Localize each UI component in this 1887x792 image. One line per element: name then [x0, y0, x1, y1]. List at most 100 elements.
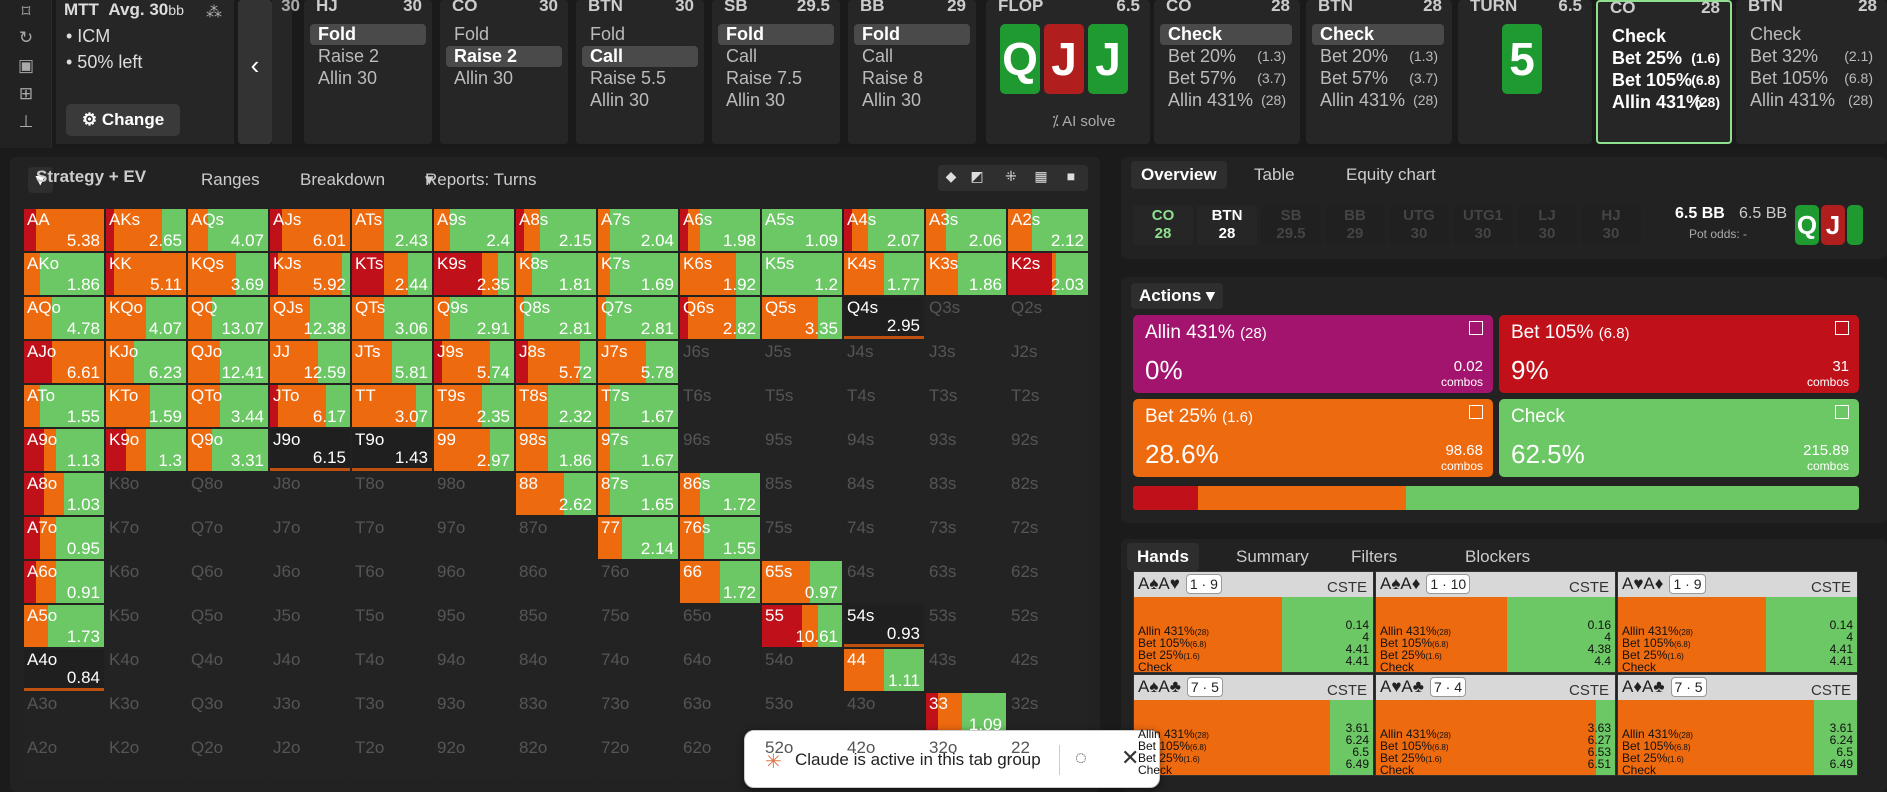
hand-card[interactable]: A♦A♣ 7 · 5 CSTE Allin 431%(28) 3.61 Bet 105%(… — [1617, 674, 1858, 776]
hand-cell-99[interactable]: 99 2.97 — [434, 429, 514, 471]
action-check[interactable]: Check — [1160, 24, 1292, 45]
hand-cell-q6o[interactable]: Q6o — [188, 561, 268, 603]
back-button[interactable]: ‹ — [238, 0, 272, 144]
hand-cell-86o[interactable]: 86o — [516, 561, 596, 603]
tab-table[interactable]: Table — [1254, 165, 1295, 185]
action-raise-2[interactable]: Raise 2 — [446, 46, 562, 67]
hand-cell-aks[interactable]: AKs 2.65 — [106, 209, 186, 251]
hand-cell-54s[interactable]: 54s 0.93 — [844, 605, 924, 647]
hand-cell-j3s[interactable]: J3s — [926, 341, 1006, 383]
hand-cell-t6o[interactable]: T6o — [352, 561, 432, 603]
hand-cell-84o[interactable]: 84o — [516, 649, 596, 691]
hand-cell-j7o[interactable]: J7o — [270, 517, 350, 559]
action-bet-57[interactable]: Bet 57% (3.7) — [1160, 68, 1292, 89]
action-check[interactable]: Check — [1312, 24, 1444, 45]
hand-cell-a8o[interactable]: A8o 1.03 — [24, 473, 104, 515]
tab-hands[interactable]: Hands — [1127, 543, 1199, 571]
hand-cell-q2o[interactable]: Q2o — [188, 737, 268, 779]
hand-cell-43s[interactable]: 43s — [926, 649, 1006, 691]
hand-cell-qq[interactable]: QQ 13.07 — [188, 297, 268, 339]
tab-overview[interactable]: Overview — [1131, 161, 1227, 189]
hand-cell-44[interactable]: 44 1.11 — [844, 649, 924, 691]
hand-cell-76s[interactable]: 76s 1.55 — [680, 517, 760, 559]
tab-strategy-ev[interactable]: Strategy + EV ▾ — [28, 167, 146, 193]
hand-cell-aa[interactable]: AA 5.38 — [24, 209, 104, 251]
action-fold[interactable]: Fold — [310, 24, 426, 45]
action-check[interactable]: Check — [1742, 24, 1879, 45]
position-sb[interactable]: SB 29.5 — [1261, 205, 1321, 245]
hand-cell-jto[interactable]: JTo 6.17 — [270, 385, 350, 427]
hand-cell-a7s[interactable]: A7s 2.04 — [598, 209, 678, 251]
action-allin-431[interactable]: Allin 431% (28) — [1604, 92, 1726, 113]
hand-cell-j6s[interactable]: J6s — [680, 341, 760, 383]
hand-cell-jj[interactable]: JJ 12.59 — [270, 341, 350, 383]
hand-cell-q8s[interactable]: Q8s 2.81 — [516, 297, 596, 339]
hand-cell-q8o[interactable]: Q8o — [188, 473, 268, 515]
hand-cell-a2o[interactable]: A2o — [24, 737, 104, 779]
hand-cell-q6s[interactable]: Q6s 2.82 — [680, 297, 760, 339]
hand-cell-63s[interactable]: 63s — [926, 561, 1006, 603]
hand-card[interactable]: A♠A♥ 1 · 9 CSTE Allin 431%(28) 0.14 Bet 105%(… — [1133, 571, 1374, 673]
hand-cell-q3o[interactable]: Q3o — [188, 693, 268, 735]
details-icon[interactable] — [1835, 321, 1849, 335]
hand-cell-t4o[interactable]: T4o — [352, 649, 432, 691]
hand-cell-64o[interactable]: 64o — [680, 649, 760, 691]
tab-breakdown[interactable]: Breakdown — [300, 170, 385, 190]
hand-cell-73s[interactable]: 73s — [926, 517, 1006, 559]
bookmark-icon[interactable]: ⌑ — [16, 2, 36, 22]
hand-cell-a4s[interactable]: A4s 2.07 — [844, 209, 924, 251]
hand-cell-93o[interactable]: 93o — [434, 693, 514, 735]
hand-cell-98o[interactable]: 98o — [434, 473, 514, 515]
settings-icon[interactable]: ⁂ — [206, 2, 222, 22]
hand-cell-k4o[interactable]: K4o — [106, 649, 186, 691]
hand-cell-ats[interactable]: ATs 2.43 — [352, 209, 432, 251]
hand-cell-q9s[interactable]: Q9s 2.91 — [434, 297, 514, 339]
hand-cell-62s[interactable]: 62s — [1008, 561, 1088, 603]
hand-cell-q4o[interactable]: Q4o — [188, 649, 268, 691]
hand-cell-74o[interactable]: 74o — [598, 649, 678, 691]
action-allin-30[interactable]: Allin 30 — [310, 68, 426, 89]
hand-cell-q5o[interactable]: Q5o — [188, 605, 268, 647]
hand-cell-j4o[interactable]: J4o — [270, 649, 350, 691]
action-allin-431[interactable]: Allin 431% (28) — [1312, 90, 1444, 111]
hand-cell-a2s[interactable]: A2s 2.12 — [1008, 209, 1088, 251]
hand-card[interactable]: A♠A♦ 1 · 10 CSTE Allin 431%(28) 0.16 Bet 105%… — [1375, 571, 1616, 673]
action-call[interactable]: Call — [854, 46, 970, 67]
grid-view-icon[interactable]: ▦ — [1030, 168, 1052, 185]
hand-card[interactable]: A♥A♣ 7 · 4 CSTE Allin 431%(28) 3.63 Bet 105%(… — [1375, 674, 1616, 776]
hand-cell-33[interactable]: 33 1.09 — [926, 693, 1006, 735]
hand-cell-kjo[interactable]: KJo 6.23 — [106, 341, 186, 383]
hand-cell-55[interactable]: 55 10.61 — [762, 605, 842, 647]
action-box-bet-105[interactable]: Bet 105% (6.8) 9% 31 combos — [1499, 315, 1859, 393]
hand-cell-88[interactable]: 88 2.62 — [516, 473, 596, 515]
hand-cell-65o[interactable]: 65o — [680, 605, 760, 647]
action-call[interactable]: Call — [582, 46, 698, 67]
hand-cell-t5s[interactable]: T5s — [762, 385, 842, 427]
action-bet-105[interactable]: Bet 105% (6.8) — [1604, 70, 1726, 91]
hand-cell-tt[interactable]: TT 3.07 — [352, 385, 432, 427]
hand-cell-kk[interactable]: KK 5.11 — [106, 253, 186, 295]
hand-cell-93s[interactable]: 93s — [926, 429, 1006, 471]
hand-cell-j9o[interactable]: J9o 6.15 — [270, 429, 350, 471]
hand-cell-ajs[interactable]: AJs 6.01 — [270, 209, 350, 251]
hand-cell-q7s[interactable]: Q7s 2.81 — [598, 297, 678, 339]
action-bet-20[interactable]: Bet 20% (1.3) — [1312, 46, 1444, 67]
hand-cell-75o[interactable]: 75o — [598, 605, 678, 647]
hand-cell-92s[interactable]: 92s — [1008, 429, 1088, 471]
hand-cell-j7s[interactable]: J7s 5.78 — [598, 341, 678, 383]
tab-summary[interactable]: Summary — [1236, 547, 1309, 567]
close-icon[interactable]: ✕ — [1121, 745, 1139, 771]
hand-cell-k5o[interactable]: K5o — [106, 605, 186, 647]
hand-cell-52s[interactable]: 52s — [1008, 605, 1088, 647]
hand-cell-77[interactable]: 77 2.14 — [598, 517, 678, 559]
action-bet-20[interactable]: Bet 20% (1.3) — [1160, 46, 1292, 67]
hand-cell-95o[interactable]: 95o — [434, 605, 514, 647]
hand-cell-kto[interactable]: KTo 1.59 — [106, 385, 186, 427]
hand-cell-86s[interactable]: 86s 1.72 — [680, 473, 760, 515]
hand-cell-kqs[interactable]: KQs 3.69 — [188, 253, 268, 295]
hand-cell-q2s[interactable]: Q2s — [1008, 297, 1088, 339]
tab-reports[interactable]: Reports: Turns ▾ — [425, 170, 537, 190]
hand-cell-k3o[interactable]: K3o — [106, 693, 186, 735]
hand-cell-k5s[interactable]: K5s 1.2 — [762, 253, 842, 295]
hand-cell-ajo[interactable]: AJo 6.61 — [24, 341, 104, 383]
